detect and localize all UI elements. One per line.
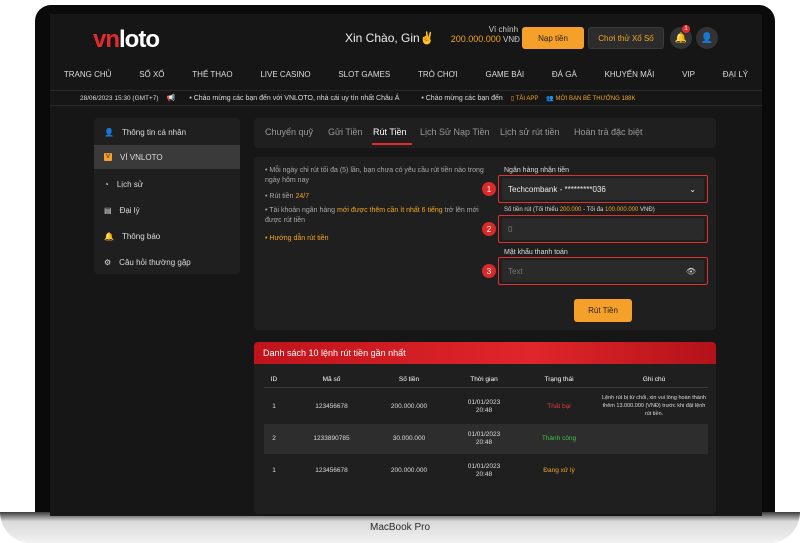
- sidebar-item-faq[interactable]: ⚙ Câu hỏi thường gặp: [94, 250, 240, 274]
- tab-withdraw-history[interactable]: Lịch sử rút tiền: [500, 127, 560, 137]
- account-sidebar: 👤 Thông tin cá nhân V VÍ VNLOTO ◔ Lịch sử ▤…: [94, 118, 240, 274]
- amount-input[interactable]: 0: [502, 218, 704, 240]
- withdraw-form: • Mỗi ngày chỉ rút tối đa (5) lần, bạn c…: [254, 157, 716, 330]
- ticker-message-2: • Chào mừng các bạn đến: [421, 94, 503, 102]
- nav-promotions[interactable]: KHUYẾN MÃI: [605, 70, 655, 79]
- agent-icon: ▤: [104, 205, 112, 215]
- gear-icon: ⚙: [104, 257, 112, 267]
- nav-sports[interactable]: THỂ THAO: [192, 70, 232, 79]
- clock-icon: ◔: [104, 179, 109, 189]
- bank-account-note: • Tài khoản ngân hàng mới được thêm cần …: [265, 207, 479, 224]
- withdraw-guide-link[interactable]: • Hướng dẫn rút tiền: [265, 234, 495, 244]
- wallet-summary[interactable]: Ví chính ⌄ 200.000.000 VNĐ ●: [445, 25, 527, 44]
- withdraw-hours-note: • Rút tiền 24/7: [265, 193, 310, 200]
- marker-1: 1: [482, 182, 496, 196]
- withdraw-history-panel: Danh sách 10 lệnh rút tiền gần nhất ID M…: [254, 342, 716, 514]
- password-label: Mật khẩu thanh toán: [504, 249, 568, 256]
- nav-live-casino[interactable]: LIVE CASINO: [260, 70, 310, 79]
- password-input[interactable]: Text 👁: [502, 260, 704, 282]
- marker-3: 3: [482, 264, 496, 278]
- withdraw-submit-button[interactable]: Rút Tiền: [574, 299, 632, 322]
- laptop-frame: MacBook Pro vnloto Xin Chào, Gin✌ Ví chí…: [0, 0, 800, 543]
- status-badge: Thành công: [541, 435, 577, 442]
- megaphone-icon: 📢: [166, 95, 176, 102]
- sidebar-item-agent[interactable]: ▤ Đại lý: [94, 198, 240, 222]
- tab-deposit-history[interactable]: Lịch Sử Nạp Tiền: [420, 127, 490, 137]
- sidebar-item-profile[interactable]: 👤 Thông tin cá nhân: [94, 120, 240, 144]
- table-row: 1 123456678 200.000.000 01/01/2023 20:48 …: [264, 456, 708, 486]
- wallet-icon: V: [104, 153, 113, 161]
- nav-vip[interactable]: VIP: [682, 70, 695, 79]
- tab-deposit[interactable]: Gửi Tiền: [328, 127, 363, 137]
- nav-cockfight[interactable]: ĐÁ GÀ: [552, 70, 577, 79]
- history-title: Danh sách 10 lệnh rút tiền gần nhất: [254, 342, 716, 364]
- nav-card-games[interactable]: GAME BÀI: [485, 70, 524, 79]
- ticker-datetime: 28/06/2023 15:30 (GMT+7): [80, 94, 159, 102]
- active-tab-indicator: [372, 143, 412, 145]
- tab-withdraw[interactable]: Rút Tiền: [373, 127, 407, 137]
- main-nav: TRANG CHỦ SỐ XỐ THỂ THAO LIVE CASINO SLO…: [50, 64, 762, 84]
- bank-label: Ngân hàng nhận tiền: [504, 167, 569, 174]
- sidebar-item-wallet[interactable]: V VÍ VNLOTO: [94, 145, 240, 169]
- ticker-message: • Chào mừng các bạn đến với VNLOTO, nhà …: [189, 94, 400, 102]
- wallet-amount: 200.000.000: [450, 34, 501, 44]
- eye-icon[interactable]: 👁: [686, 267, 696, 276]
- user-icon[interactable]: 👤: [696, 27, 718, 49]
- nav-games[interactable]: TRÒ CHƠI: [418, 70, 458, 79]
- greeting: Xin Chào, Gin✌: [345, 31, 435, 45]
- announcement-bar: 28/06/2023 15:30 (GMT+7) 📢 • Chào mừng c…: [50, 90, 762, 106]
- bell-icon: 🔔: [104, 231, 114, 241]
- nav-lottery[interactable]: SỐ XỐ: [139, 70, 164, 79]
- invite-friends-link[interactable]: 👥 MỜI BẠN BÈ THƯỞNG 188K: [546, 95, 635, 102]
- table-row: 1 123456678 200.000.000 01/01/2023 20:48 …: [272, 395, 706, 417]
- try-lottery-button[interactable]: Chơi thử Xổ Số: [588, 27, 664, 49]
- nav-home[interactable]: TRANG CHỦ: [64, 70, 112, 79]
- wallet-tabs: Chuyển quỹ Gửi Tiền Rút Tiền Lịch Sử Nạp…: [254, 118, 716, 148]
- nav-agent[interactable]: ĐẠI LÝ: [723, 70, 748, 79]
- withdraw-limit-note: • Mỗi ngày chỉ rút tối đa (5) lần, bạn c…: [265, 167, 484, 184]
- deposit-button[interactable]: Nạp tiền: [522, 27, 584, 49]
- device-label: MacBook Pro: [369, 522, 431, 533]
- table-header: ID Mã số Số tiền Thời gian Trạng thái Gh…: [264, 372, 708, 388]
- tab-special-refund[interactable]: Hoàn trả đặc biệt: [574, 127, 643, 137]
- sidebar-item-notifications[interactable]: 🔔 Thông báo: [94, 224, 240, 248]
- status-badge: Đang xử lý: [543, 467, 575, 474]
- user-icon: 👤: [104, 127, 114, 137]
- download-app-link[interactable]: ▯ TẢI APP: [511, 95, 539, 102]
- chevron-down-icon: ⌄: [689, 184, 696, 194]
- amount-label: Số tiền rút (Tối thiểu 200.000 - Tối đa …: [504, 207, 655, 213]
- bank-select[interactable]: Techcombank - *********036 ⌄: [502, 178, 704, 200]
- table-row: 2 1233890785 30.000.000 01/01/2023 20:48 …: [264, 424, 708, 454]
- sidebar-item-history[interactable]: ◔ Lịch sử: [94, 172, 240, 196]
- brand-logo[interactable]: vnloto: [93, 26, 160, 54]
- status-badge: Thất bại: [547, 403, 571, 410]
- marker-2: 2: [482, 222, 496, 236]
- tab-transfer[interactable]: Chuyển quỹ: [265, 127, 313, 137]
- wallet-label: Ví chính ⌄: [488, 25, 527, 34]
- app-screen: vnloto Xin Chào, Gin✌ Ví chính ⌄ 200.000…: [50, 14, 762, 516]
- notification-badge: 1: [682, 25, 690, 33]
- nav-slot-games[interactable]: SLOT GAMES: [338, 70, 390, 79]
